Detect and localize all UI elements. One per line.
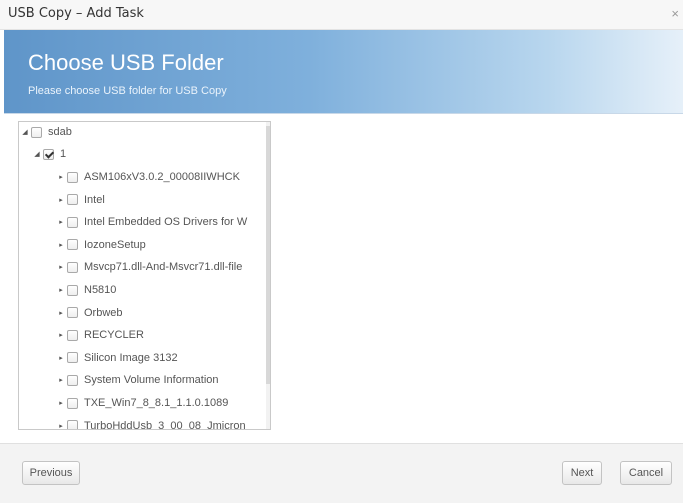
- previous-button[interactable]: Previous: [22, 461, 80, 485]
- node-checkbox[interactable]: [67, 216, 78, 228]
- tree-folder-item[interactable]: ▸ TurboHddUsb_3_00_08_Jmicron: [57, 416, 246, 430]
- node-checkbox[interactable]: [67, 171, 78, 183]
- tree-node-root[interactable]: ◢ sdab: [21, 122, 72, 142]
- tree-node-label: N5810: [84, 284, 117, 296]
- next-button[interactable]: Next: [562, 461, 602, 485]
- tree-scrollbar[interactable]: [266, 122, 270, 429]
- tree-folder-item[interactable]: ▸ Orbweb: [57, 303, 123, 323]
- node-checkbox[interactable]: [67, 239, 78, 251]
- expand-right-icon[interactable]: ▸: [57, 173, 65, 181]
- add-task-dialog: USB Copy – Add Task × Choose USB Folder …: [0, 0, 683, 503]
- dialog-titlebar: USB Copy – Add Task ×: [0, 0, 683, 30]
- tree-folder-item[interactable]: ▸ N5810: [57, 280, 116, 300]
- expand-down-icon[interactable]: ◢: [21, 128, 29, 136]
- expand-down-icon[interactable]: ◢: [33, 150, 41, 158]
- node-checkbox[interactable]: [67, 352, 78, 364]
- banner-subheading: Please choose USB folder for USB Copy: [28, 85, 227, 97]
- node-checkbox[interactable]: [67, 374, 78, 386]
- expand-right-icon[interactable]: ▸: [57, 218, 65, 226]
- tree-folder-item[interactable]: ▸ IozoneSetup: [57, 235, 146, 255]
- close-icon[interactable]: ×: [671, 6, 679, 21]
- tree-node-label: ASM106xV3.0.2_00008IIWHCK: [84, 171, 240, 183]
- node-checkbox[interactable]: [31, 126, 42, 138]
- tree-folder-item[interactable]: ▸ ASM106xV3.0.2_00008IIWHCK: [57, 167, 240, 187]
- tree-folder-item[interactable]: ▸ Intel Embedded OS Drivers for W: [57, 212, 247, 232]
- folder-tree[interactable]: ◢ sdab ◢ 1 ▸ ASM106xV3.0.2_00008IIWHCK ▸ In…: [18, 121, 271, 430]
- expand-right-icon[interactable]: ▸: [57, 241, 65, 249]
- node-checkbox[interactable]: [67, 261, 78, 273]
- tree-node-label: RECYCLER: [84, 329, 144, 342]
- expand-right-icon[interactable]: ▸: [57, 376, 65, 384]
- dialog-footer: Previous Next Cancel: [0, 443, 683, 503]
- dialog-title: USB Copy – Add Task: [8, 6, 144, 21]
- expand-right-icon[interactable]: ▸: [57, 399, 65, 407]
- tree-node-label: Intel Embedded OS Drivers for W: [84, 216, 248, 229]
- tree-node-label: Intel: [84, 193, 105, 206]
- tree-node-label: 1: [60, 148, 67, 160]
- tree-node-label: TXE_Win7_8_8.1_1.1.0.1089: [84, 397, 229, 409]
- tree-folder-item[interactable]: ▸ Silicon Image 3132: [57, 348, 178, 368]
- expand-right-icon[interactable]: ▸: [57, 309, 65, 317]
- node-checkbox[interactable]: [67, 307, 78, 319]
- node-checkbox[interactable]: [67, 420, 78, 429]
- node-checkbox[interactable]: [67, 284, 78, 296]
- tree-node-label: IozoneSetup: [84, 238, 146, 251]
- tree-folder-item[interactable]: ▸ RECYCLER: [57, 325, 144, 345]
- tree-node-label: System Volume Information: [84, 374, 219, 387]
- tree-folder-item[interactable]: ▸ Intel: [57, 190, 105, 210]
- tree-node-label: sdab: [48, 126, 72, 138]
- tree-node-label: TurboHddUsb_3_00_08_Jmicron: [84, 419, 246, 430]
- expand-right-icon[interactable]: ▸: [57, 354, 65, 362]
- tree-node-label: Silicon Image 3132: [84, 351, 178, 364]
- expand-right-icon[interactable]: ▸: [57, 331, 65, 339]
- node-checkbox[interactable]: [67, 194, 78, 206]
- tree-node-label: Orbweb: [84, 306, 123, 319]
- tree-folder-item[interactable]: ▸ Msvcp71.dll-And-Msvcr71.dll-file: [57, 257, 242, 277]
- expand-right-icon[interactable]: ▸: [57, 263, 65, 271]
- step-banner: Choose USB Folder Please choose USB fold…: [4, 30, 683, 114]
- cancel-button[interactable]: Cancel: [620, 461, 672, 485]
- banner-heading: Choose USB Folder: [28, 50, 224, 75]
- node-checkbox-checked[interactable]: [43, 148, 54, 160]
- expand-right-icon[interactable]: ▸: [57, 422, 65, 429]
- tree-folder-item[interactable]: ▸ TXE_Win7_8_8.1_1.1.0.1089: [57, 393, 228, 413]
- tree-node-child[interactable]: ◢ 1: [33, 144, 66, 164]
- node-checkbox[interactable]: [67, 329, 78, 341]
- expand-right-icon[interactable]: ▸: [57, 196, 65, 204]
- tree-node-label: Msvcp71.dll-And-Msvcr71.dll-file: [84, 261, 243, 274]
- scrollbar-thumb[interactable]: [266, 126, 270, 384]
- tree-folder-item[interactable]: ▸ System Volume Information: [57, 370, 219, 390]
- node-checkbox[interactable]: [67, 397, 78, 409]
- expand-right-icon[interactable]: ▸: [57, 286, 65, 294]
